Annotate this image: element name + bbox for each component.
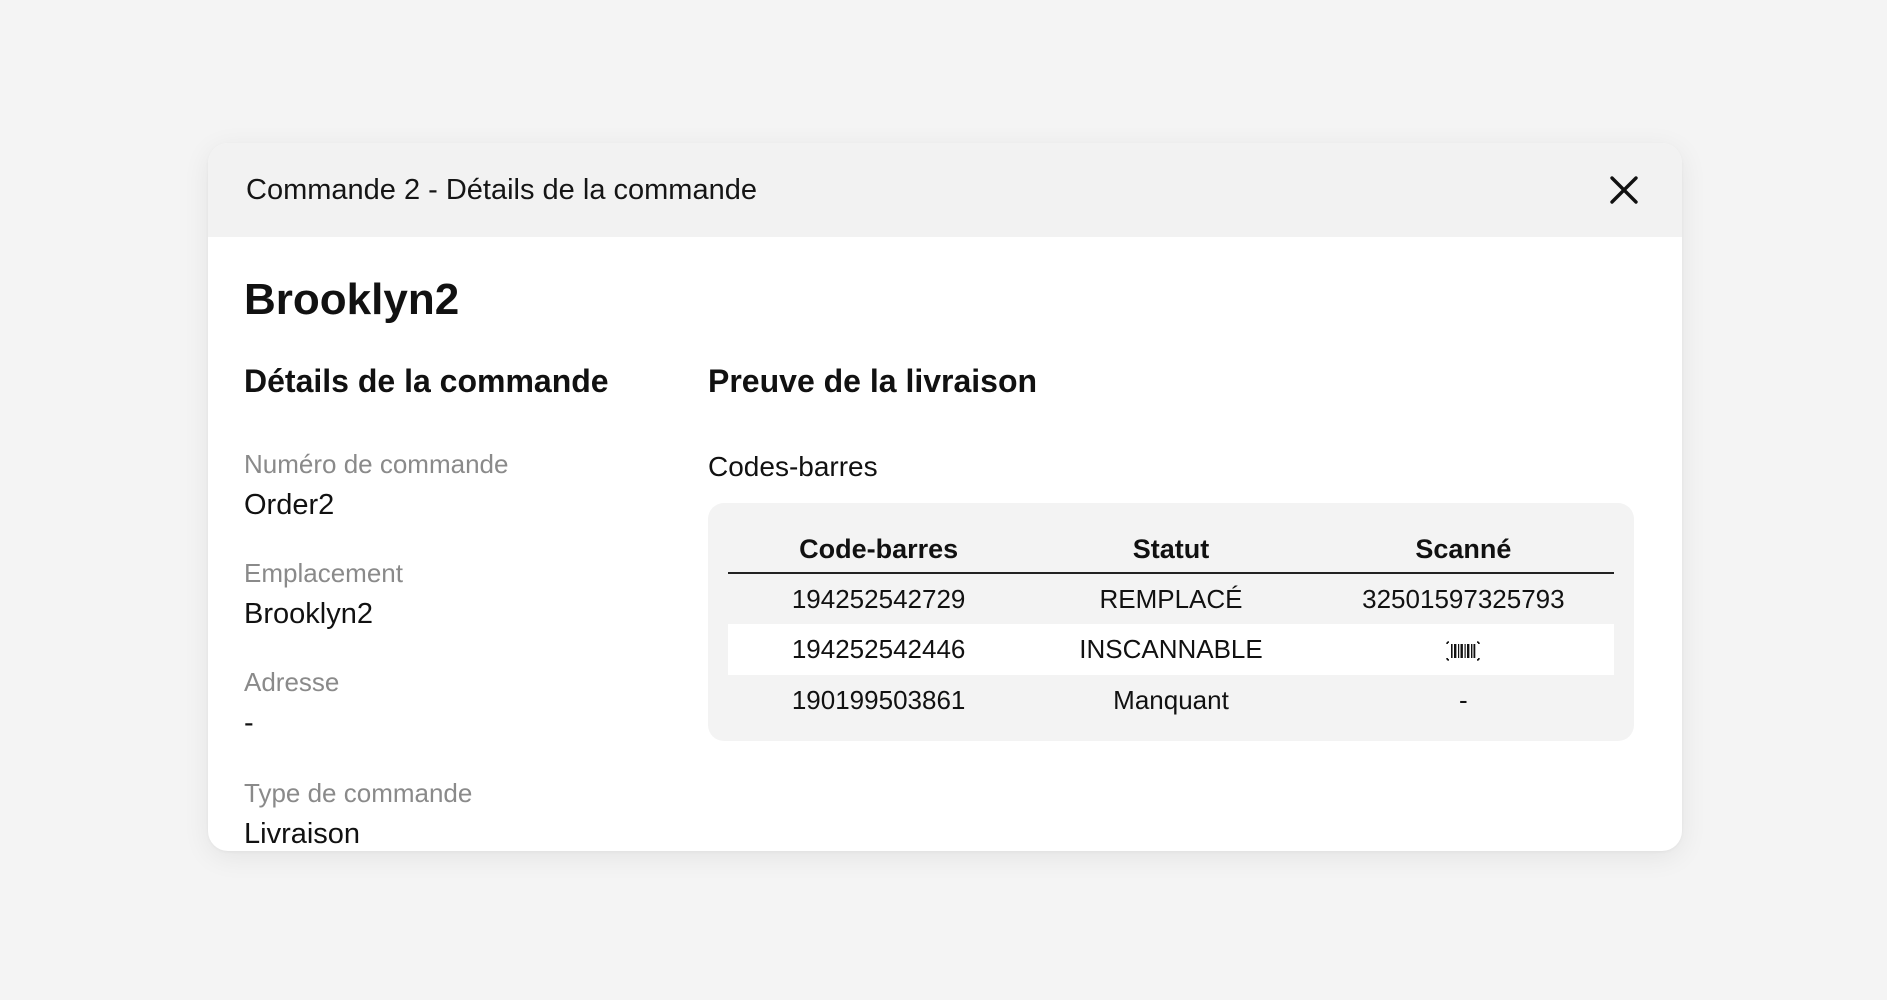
- field-label: Type de commande: [244, 778, 473, 808]
- cell-barcode: 194252542446: [728, 624, 1030, 675]
- field-value: Order2: [244, 489, 335, 521]
- field-value: Brooklyn2: [244, 598, 373, 630]
- close-icon: [1610, 176, 1638, 204]
- proof-heading: Preuve de la livraison: [708, 363, 1038, 399]
- table-row: 194252542446 INSCANNABLE: [728, 624, 1614, 675]
- cell-status: REMPLACÉ: [1099, 583, 1243, 614]
- barcodes-table: Code-barres Statut Scanné 194252542729 R…: [728, 527, 1614, 726]
- location-title: Brooklyn2: [244, 275, 460, 324]
- cell-scanned: [1312, 624, 1614, 675]
- field-location: Emplacement Brooklyn2: [244, 560, 403, 629]
- cell-barcode: 194252542729: [791, 583, 966, 614]
- order-details-section: Détails de la commande Numéro de command…: [244, 363, 664, 849]
- field-label: Emplacement: [244, 558, 403, 588]
- cell-barcode: 190199503861: [791, 685, 966, 715]
- column-header-scanned: Scanné: [1312, 527, 1614, 574]
- field-order-number: Numéro de commande Order2: [244, 451, 508, 520]
- barcodes-table-card: Code-barres Statut Scanné 194252542729 R…: [708, 503, 1634, 741]
- field-value: -: [244, 707, 254, 739]
- field-value: Livraison: [244, 818, 361, 850]
- field-order-type: Type de commande Livraison: [244, 780, 472, 849]
- barcodes-label: Codes-barres: [708, 451, 878, 482]
- cell-status: INSCANNABLE: [1029, 624, 1313, 675]
- field-label: Numéro de commande: [244, 449, 509, 479]
- proof-of-delivery-section: Preuve de la livraison Codes-barres Code…: [708, 363, 1638, 741]
- modal-header: Commande 2 - Détails de la commande: [208, 143, 1682, 237]
- order-details-heading: Détails de la commande: [244, 363, 609, 399]
- order-details-modal: Commande 2 - Détails de la commande Broo…: [208, 143, 1682, 851]
- table-row: 194252542729 REMPLACÉ 32501597325793: [728, 573, 1614, 624]
- cell-status: Manquant: [1113, 685, 1229, 715]
- table-header-row: Code-barres Statut Scanné: [728, 527, 1614, 574]
- close-button[interactable]: [1604, 170, 1644, 210]
- cell-scanned: -: [1459, 685, 1468, 715]
- field-label: Adresse: [244, 667, 340, 697]
- cell-scanned: 32501597325793: [1362, 583, 1565, 614]
- table-row: 190199503861 Manquant -: [728, 675, 1614, 726]
- column-header-barcode: Code-barres: [728, 527, 1030, 574]
- column-header-status: Statut: [1029, 527, 1313, 574]
- field-address: Adresse -: [244, 669, 339, 738]
- modal-title: Commande 2 - Détails de la commande: [246, 173, 757, 206]
- barcode-icon: [1446, 641, 1481, 661]
